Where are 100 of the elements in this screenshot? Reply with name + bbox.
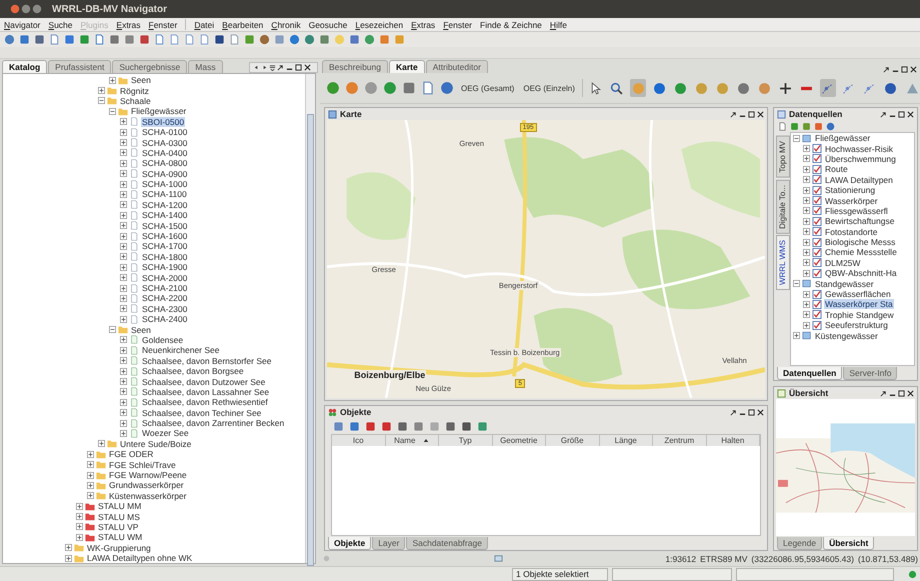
tree-item[interactable]: Fließgewässer	[130, 106, 188, 116]
expand-icon[interactable]	[803, 311, 810, 318]
tree-item[interactable]: Schaalsee, davon Bernstorfer See	[141, 356, 272, 366]
tree-item[interactable]: Fotostandorte	[824, 226, 878, 237]
expand-icon[interactable]	[120, 378, 127, 386]
tree-item[interactable]: DLM25W	[824, 258, 862, 268]
tree-item[interactable]: Schaale	[119, 96, 152, 106]
menu-item[interactable]: Chronik	[271, 20, 301, 30]
tab[interactable]: Übersicht	[823, 537, 874, 550]
window-controls-icon[interactable]	[10, 4, 44, 14]
menu-item[interactable]: Extras	[411, 20, 436, 30]
expand-icon[interactable]	[87, 450, 94, 458]
column-header[interactable]: Länge	[600, 435, 653, 446]
expand-icon[interactable]	[120, 201, 127, 208]
menu-item[interactable]: Datei	[194, 20, 214, 30]
map-icon[interactable]	[494, 554, 503, 563]
column-header[interactable]: Halten	[706, 435, 760, 446]
float-icon[interactable]	[277, 64, 284, 71]
tree-item[interactable]: Bewirtschaftungse	[824, 216, 896, 226]
tree-item[interactable]: Rögnitz	[119, 86, 150, 96]
tree-item[interactable]: Schaalsee, davon Zarrentiner Becken	[141, 418, 286, 428]
expand-icon[interactable]	[803, 259, 810, 266]
maximize-icon[interactable]	[748, 110, 755, 118]
tree-item[interactable]: SCHA-1900	[141, 262, 188, 272]
expand-icon[interactable]	[120, 294, 127, 302]
column-header[interactable]: Größe	[546, 435, 600, 446]
checked-layer-icon[interactable]	[812, 300, 822, 309]
checked-layer-icon[interactable]	[812, 144, 822, 154]
checked-layer-icon[interactable]	[812, 268, 822, 278]
checked-layer-icon[interactable]	[812, 238, 822, 247]
float-icon[interactable]	[730, 110, 737, 118]
expand-icon[interactable]	[120, 222, 127, 230]
checked-layer-icon[interactable]	[812, 154, 822, 164]
tree-item[interactable]: Stationierung	[824, 185, 876, 196]
tab[interactable]: Legende	[777, 537, 822, 550]
tree-item[interactable]: SCHA-1800	[141, 252, 188, 262]
tree-item[interactable]: SCHA-2200	[141, 293, 188, 304]
expand-icon[interactable]	[120, 264, 127, 271]
expand-icon[interactable]	[120, 128, 127, 136]
tree-item[interactable]: SCHA-1700	[141, 241, 188, 252]
expand-icon[interactable]	[120, 409, 127, 416]
float-icon[interactable]	[730, 408, 737, 416]
tab[interactable]: Beschreibung	[322, 60, 388, 73]
tree-item[interactable]: Biologische Messs	[824, 237, 896, 248]
expand-icon[interactable]	[120, 398, 127, 406]
expand-icon[interactable]	[109, 76, 116, 84]
tab[interactable]: Karte	[388, 60, 425, 73]
tree-item[interactable]: SCHA-1200	[141, 200, 188, 210]
vertex-icon[interactable]	[820, 79, 836, 97]
menu-item[interactable]: Hilfe	[550, 20, 567, 30]
tab[interactable]: Layer	[372, 537, 406, 550]
tab[interactable]: Prufassistent	[48, 60, 112, 73]
tree-item[interactable]: Untere Sude/Boize	[119, 438, 192, 449]
tab[interactable]: Server-Info	[843, 367, 898, 380]
expand-icon[interactable]	[803, 238, 810, 246]
maximize-icon[interactable]	[898, 390, 905, 396]
tree-item[interactable]: SCHA-1600	[141, 231, 188, 242]
tree-item[interactable]: Neuenkirchener See	[141, 345, 220, 356]
tree-item[interactable]: SCHA-2300	[141, 304, 188, 314]
tree-item[interactable]: SCHA-2100	[141, 283, 188, 293]
expand-icon[interactable]	[120, 357, 127, 364]
tree-item[interactable]: Trophie Standgew	[824, 310, 895, 320]
menu-item[interactable]: Lesezeichen	[355, 20, 404, 30]
expand-icon[interactable]	[76, 502, 83, 510]
expand-icon[interactable]	[76, 513, 83, 520]
tree-item[interactable]: LAWA Detailtypen	[824, 174, 894, 185]
tree-item[interactable]: SCHA-0300	[141, 138, 188, 148]
tree-item[interactable]: SBOI-0500	[141, 116, 186, 127]
maximize-icon[interactable]	[748, 408, 755, 416]
column-header[interactable]: Zentrum	[653, 435, 706, 446]
column-header[interactable]: Name	[386, 435, 439, 446]
tree-item[interactable]: Route	[824, 164, 849, 174]
tree-item[interactable]: Hochwasser-Risik	[824, 144, 894, 154]
tree-item[interactable]: STALU MM	[97, 501, 142, 512]
tree-item[interactable]: SCHA-2400	[141, 314, 188, 324]
expand-icon[interactable]	[803, 186, 810, 194]
expand-icon[interactable]	[76, 534, 83, 541]
tree-item[interactable]: Wasserkörper	[824, 196, 879, 206]
tree-item[interactable]: SCHA-1500	[141, 220, 188, 231]
tree-item[interactable]: Fließgewässer	[814, 133, 872, 144]
column-header[interactable]: Ico	[332, 435, 386, 446]
scrollbar[interactable]	[305, 74, 315, 563]
expand-icon[interactable]	[803, 145, 810, 152]
expand-icon[interactable]	[120, 160, 127, 167]
tree-item[interactable]: Schaalsee, davon Lassahner See	[141, 386, 270, 397]
checked-layer-icon[interactable]	[812, 196, 822, 206]
tab[interactable]: Suchergebnisse	[112, 60, 188, 73]
tree-item[interactable]: LAWA Detailtypen ohne WK	[86, 553, 194, 563]
tree-item[interactable]: FGE ODER	[108, 449, 154, 460]
expand-icon[interactable]	[120, 368, 127, 375]
menu-item[interactable]: Fenster	[443, 20, 472, 30]
tree-item[interactable]: SCHA-0100	[141, 127, 188, 138]
column-header[interactable]: Typ	[439, 435, 492, 446]
tree-item[interactable]: SCHA-0900	[141, 168, 188, 179]
tree-item[interactable]: Schaalsee, davon Borgsee	[141, 366, 245, 376]
tree-item[interactable]: STALU VP	[97, 522, 140, 532]
expand-icon[interactable]	[120, 170, 127, 178]
expand-icon[interactable]	[803, 270, 810, 277]
expand-icon[interactable]	[76, 523, 83, 530]
expand-icon[interactable]	[803, 248, 810, 256]
